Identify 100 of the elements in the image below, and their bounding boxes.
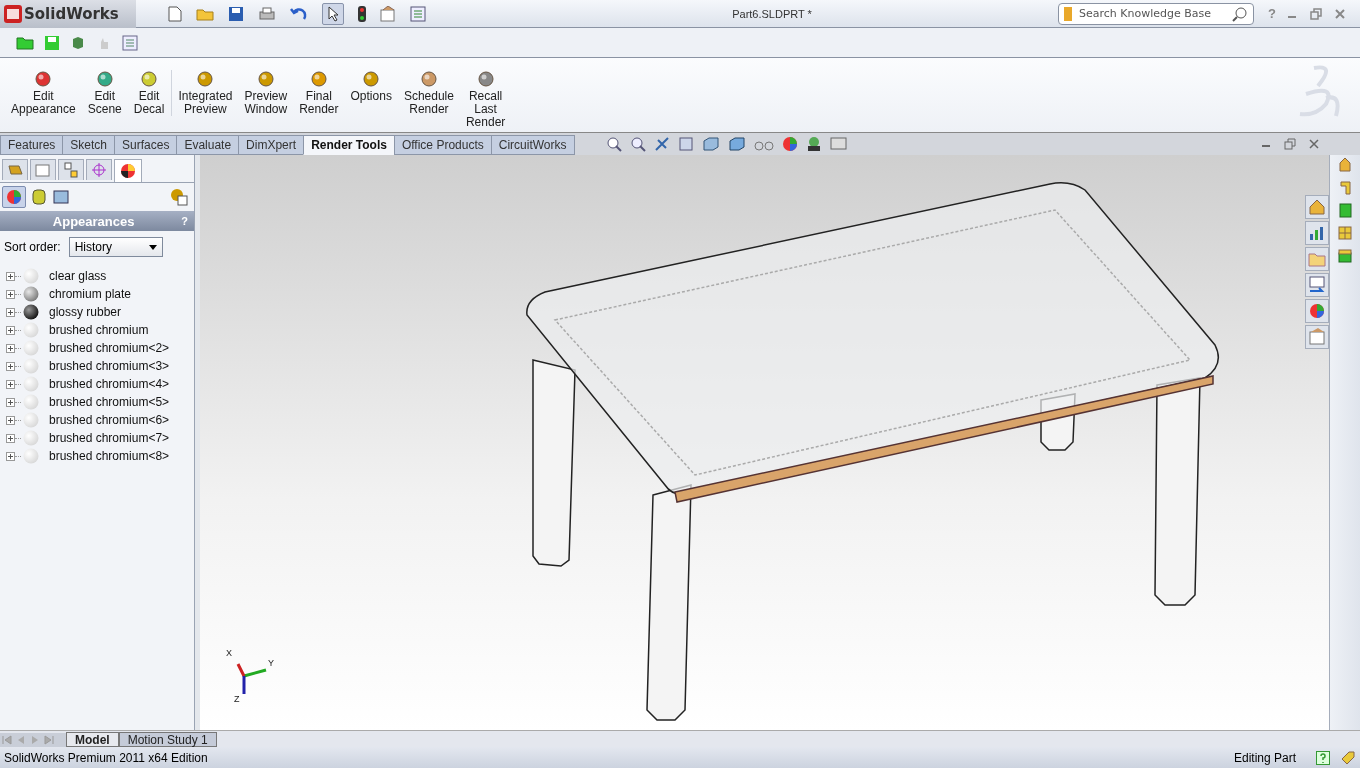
ribbon-button[interactable]: Options	[345, 70, 397, 103]
view-orientation-icon[interactable]	[677, 136, 694, 152]
appearance-item[interactable]: brushed chromium<5>	[49, 395, 170, 409]
caret-icon	[148, 244, 157, 250]
render-options-icon[interactable]	[170, 188, 188, 206]
sphere-icon	[476, 70, 495, 88]
command-tab[interactable]: Render Tools	[303, 135, 395, 155]
command-tab[interactable]: Evaluate	[176, 135, 240, 155]
grid-icon[interactable]	[1337, 224, 1353, 242]
restore-icon[interactable]	[1284, 138, 1296, 150]
appearance-item[interactable]: brushed chromium	[49, 323, 149, 337]
zoom-to-fit-icon[interactable]	[605, 136, 622, 152]
command-tab[interactable]: Surfaces	[114, 135, 178, 155]
tag-icon[interactable]	[1340, 749, 1356, 766]
appearance-item[interactable]: brushed chromium<8>	[49, 449, 170, 463]
appearance-tab[interactable]	[114, 159, 142, 182]
expand-icon[interactable]	[6, 451, 15, 461]
scene-icon[interactable]	[52, 187, 70, 207]
app-logo-text: SolidWorks	[24, 4, 119, 23]
open-folder-icon[interactable]	[16, 34, 34, 51]
traffic-light-icon[interactable]	[358, 5, 366, 22]
model-tab[interactable]: Model	[66, 732, 119, 747]
ribbon-button[interactable]: Edit Decal	[128, 70, 170, 116]
checklist-icon[interactable]	[410, 5, 426, 22]
ribbon-button[interactable]: Final Render	[294, 70, 344, 116]
search-field[interactable]: Search Knowledge Base	[1079, 7, 1226, 20]
ribbon-button[interactable]: Integrated Preview	[171, 70, 238, 116]
scene-icon[interactable]	[805, 136, 822, 152]
open-folder-icon[interactable]	[196, 6, 214, 21]
command-tab[interactable]: Office Products	[393, 135, 492, 155]
command-tab[interactable]: Sketch	[62, 135, 116, 155]
feature-manager-tab[interactable]	[2, 159, 28, 180]
ribbon-button[interactable]: Preview Window	[239, 70, 293, 116]
appearance-item[interactable]: brushed chromium<2>	[49, 341, 170, 355]
appearance-icon[interactable]	[1305, 299, 1329, 323]
appearance-icon[interactable]	[781, 136, 798, 152]
appearance-item[interactable]: brushed chromium<7>	[49, 431, 170, 445]
expand-icon[interactable]	[6, 379, 15, 389]
ribbon-button[interactable]: Recall Last Render	[460, 70, 511, 129]
custom-properties-icon[interactable]	[1305, 325, 1329, 349]
file-explorer-icon[interactable]	[1337, 201, 1353, 219]
material-sphere-icon	[23, 430, 39, 446]
view-palette-icon[interactable]	[1305, 273, 1329, 297]
material-sphere-icon	[23, 340, 39, 356]
z-axis-label: Z	[234, 694, 240, 704]
save-icon[interactable]	[228, 5, 244, 22]
stack-icon[interactable]	[1337, 247, 1353, 265]
property-manager-tab[interactable]	[30, 159, 56, 180]
expand-icon[interactable]	[6, 307, 15, 317]
appearance-item[interactable]: glossy rubber	[49, 305, 122, 319]
command-tab[interactable]: DimXpert	[238, 135, 305, 155]
list-icon[interactable]	[122, 34, 138, 51]
bar-chart-icon[interactable]	[1305, 221, 1329, 245]
expand-icon[interactable]	[6, 415, 15, 425]
help-icon[interactable]	[1316, 750, 1330, 765]
decal-icon[interactable]	[30, 187, 48, 207]
close-icon[interactable]	[1334, 7, 1346, 20]
design-library-icon[interactable]	[1337, 178, 1353, 196]
expand-icon[interactable]	[6, 289, 15, 299]
configuration-manager-tab[interactable]	[58, 159, 84, 180]
undo-icon[interactable]	[290, 5, 308, 22]
expand-icon[interactable]	[6, 361, 15, 371]
search-icon[interactable]	[1231, 5, 1250, 22]
new-document-icon[interactable]	[168, 5, 182, 22]
command-tab[interactable]: CircuitWorks	[490, 135, 575, 155]
expand-icon[interactable]	[6, 397, 15, 407]
sort-order-dropdown[interactable]: History	[68, 237, 163, 257]
zoom-area-icon[interactable]	[629, 136, 646, 152]
material-sphere-icon	[23, 268, 39, 284]
restore-icon[interactable]	[1310, 7, 1322, 20]
appearance-item[interactable]: brushed chromium<3>	[49, 359, 170, 373]
appearance-item[interactable]: chromium plate	[49, 287, 132, 301]
expand-icon[interactable]	[6, 325, 15, 335]
home-icon[interactable]	[1305, 195, 1329, 219]
model-tab[interactable]: Motion Study 1	[118, 732, 217, 747]
cube-icon[interactable]	[70, 34, 86, 51]
options-icon[interactable]	[380, 5, 396, 22]
ribbon-button[interactable]: Schedule Render	[398, 70, 459, 116]
cursor-icon	[327, 5, 339, 22]
expand-icon[interactable]	[6, 271, 15, 281]
hide-show-icon[interactable]	[727, 136, 746, 152]
command-tab[interactable]: Features	[0, 135, 64, 155]
appearance-item[interactable]: brushed chromium<6>	[49, 413, 170, 427]
appearance-item[interactable]: brushed chromium<4>	[49, 377, 170, 391]
resources-icon[interactable]	[1337, 155, 1353, 173]
select-button[interactable]	[322, 2, 344, 25]
expand-icon[interactable]	[6, 433, 15, 443]
material-sphere-icon	[23, 322, 39, 338]
appearance-icon[interactable]	[2, 186, 26, 208]
ribbon-button[interactable]: Edit Appearance	[6, 70, 81, 116]
ribbon-button[interactable]: Edit Scene	[82, 70, 127, 116]
close-icon[interactable]	[1308, 138, 1320, 150]
display-style-icon[interactable]	[701, 136, 720, 152]
y-axis-label: Y	[268, 658, 274, 668]
search-box[interactable]: Search Knowledge Base	[1058, 2, 1255, 25]
printer-icon[interactable]	[258, 5, 276, 22]
expand-icon[interactable]	[6, 343, 15, 353]
material-sphere-icon	[23, 304, 39, 320]
section-view-icon[interactable]	[653, 136, 670, 152]
appearance-item[interactable]: clear glass	[49, 269, 107, 283]
